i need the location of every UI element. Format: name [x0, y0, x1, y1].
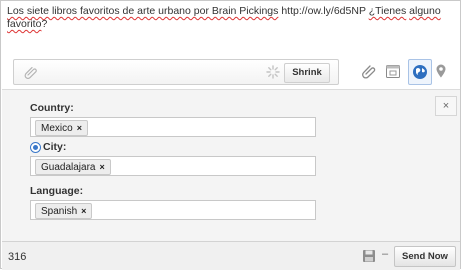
message-part-3: ¿Tienes [368, 5, 407, 17]
calendar-icon[interactable] [385, 63, 401, 79]
message-link: http://ow.ly/6d5NP [281, 5, 366, 17]
globe-icon [413, 65, 427, 79]
close-panel-button[interactable]: × [435, 96, 457, 116]
message-part-1: Los siete libros favoritos de arte urban… [7, 5, 279, 17]
city-radio[interactable] [30, 142, 41, 153]
send-now-button[interactable]: Send Now [394, 246, 456, 267]
country-label: Country: [30, 102, 74, 114]
city-tag-text: Guadalajara [41, 162, 96, 173]
paperclip-icon [24, 67, 37, 79]
shrink-button[interactable]: Shrink [284, 63, 330, 83]
remove-country-icon[interactable]: × [77, 123, 82, 133]
geo-targeting-button[interactable] [408, 59, 432, 85]
attach-icon[interactable] [361, 63, 377, 79]
character-count: 316 [8, 251, 27, 263]
city-label: City: [43, 141, 67, 153]
language-label: Language: [30, 185, 84, 197]
country-tag: Mexico × [35, 120, 88, 136]
compose-window: Los siete libros favoritos de arte urban… [0, 0, 461, 270]
city-tag: Guadalajara × [35, 159, 111, 175]
language-field[interactable]: Spanish × [30, 200, 316, 220]
language-tag: Spanish × [35, 203, 93, 219]
separator: – [382, 248, 389, 260]
toolbar: Shrink [13, 59, 459, 85]
remove-city-icon[interactable]: × [99, 162, 104, 172]
city-field[interactable]: Guadalajara × [30, 156, 316, 176]
geo-targeting-panel: × Country: Mexico × City: Guadalajara × La… [2, 89, 460, 241]
loading-spinner-icon [266, 65, 280, 79]
message-part-5: ? [41, 18, 48, 30]
country-tag-text: Mexico [41, 123, 73, 134]
location-pin-icon[interactable] [433, 63, 449, 79]
message-text[interactable]: Los siete libros favoritos de arte urban… [7, 5, 451, 31]
remove-language-icon[interactable]: × [81, 206, 86, 216]
footer-bar: 316 – Send Now [2, 241, 460, 270]
country-field[interactable]: Mexico × [30, 117, 316, 137]
save-draft-icon[interactable] [362, 249, 376, 263]
language-tag-text: Spanish [41, 206, 78, 217]
link-input[interactable]: Shrink [13, 59, 339, 85]
